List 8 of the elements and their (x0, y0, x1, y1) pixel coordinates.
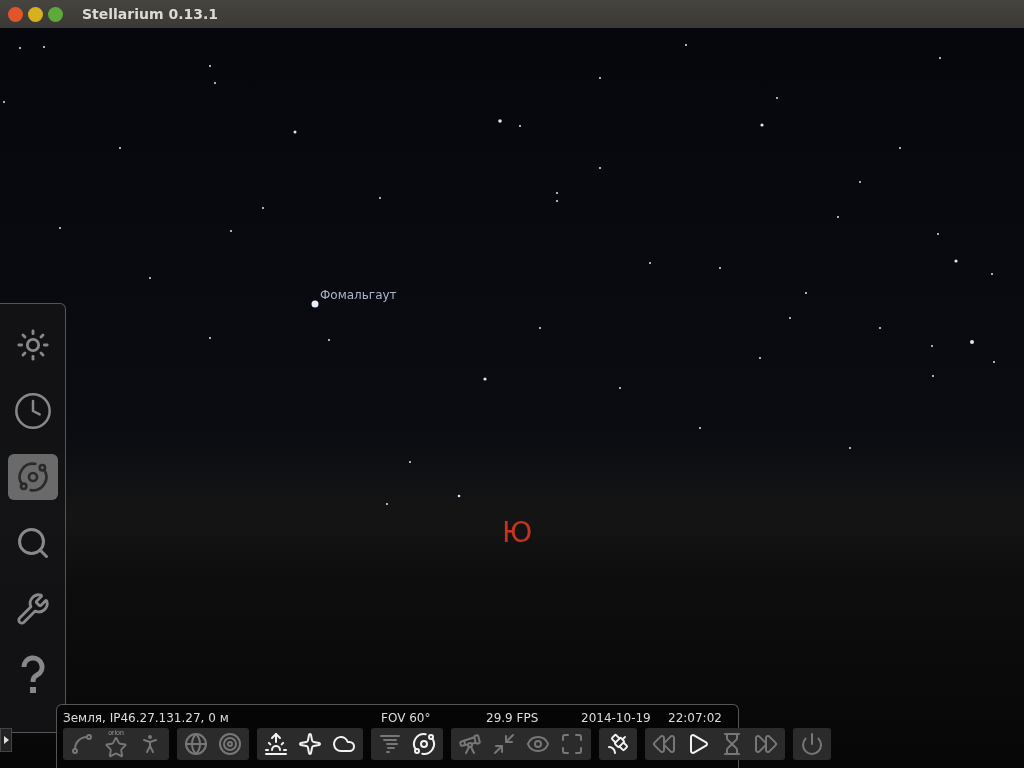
time-text: 22:07:02 (668, 711, 723, 725)
date-text: 2014-10-19 (581, 711, 652, 725)
location-text: Земля, IP46.27.131.27, 0 м (63, 711, 230, 725)
fov-text: FOV 60° (381, 711, 432, 725)
fps-text: 29.9 FPS (486, 711, 540, 725)
star-label: Фомальгаут (320, 288, 397, 302)
window-title: Stellarium 0.13.1 (82, 6, 219, 22)
cardinal-point-label: Ю (502, 516, 533, 549)
